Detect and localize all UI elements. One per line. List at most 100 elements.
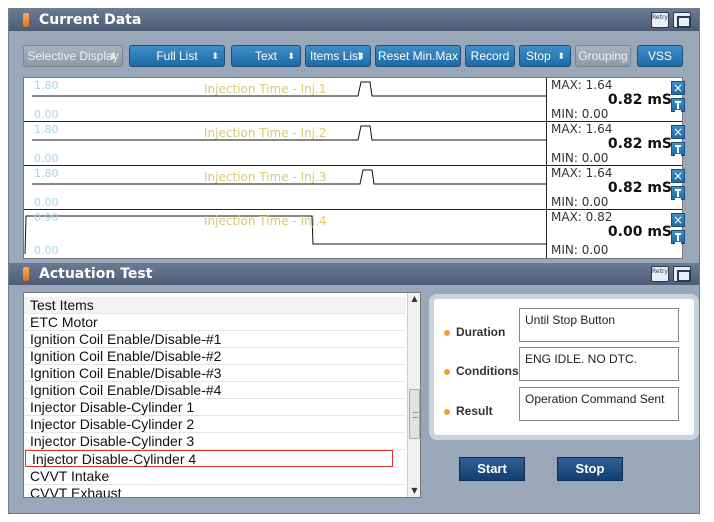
duration-value: Until Stop Button: [519, 308, 679, 342]
graph-y-min: 0.00: [34, 196, 59, 209]
dropdown-arrow-icon: ⬍: [211, 51, 219, 61]
pin-graph-icon[interactable]: [671, 230, 685, 244]
vss-button[interactable]: VSS: [637, 45, 683, 67]
graph-inj3: 1.80 0.00 Injection Time - Inj.3: [24, 166, 546, 210]
maximize-icon[interactable]: [673, 266, 691, 282]
remove-graph-icon[interactable]: ×: [671, 81, 685, 95]
list-item[interactable]: Injector Disable-Cylinder 3: [24, 433, 406, 450]
min-value: MIN: 0.00: [551, 107, 609, 121]
scroll-down-icon[interactable]: ▼: [408, 485, 420, 497]
actuation-test-header: Actuation Test Retry: [9, 263, 699, 285]
graph-inj4: 0.90 0.00 Injection Time - Inj.4: [24, 210, 546, 258]
text-dropdown[interactable]: Text ⬍: [231, 45, 301, 67]
record-label: Record: [470, 49, 510, 63]
list-item[interactable]: Ignition Coil Enable/Disable-#4: [24, 382, 406, 399]
current-data-title: Current Data: [39, 12, 142, 28]
stop-button[interactable]: Stop: [557, 457, 623, 481]
items-list-label: Items List: [310, 49, 362, 63]
scroll-thumb[interactable]: [409, 389, 420, 439]
stop-dropdown[interactable]: Stop ⬍: [519, 45, 571, 67]
retry-icon[interactable]: Retry: [651, 266, 669, 282]
min-value: MIN: 0.00: [551, 243, 609, 257]
conditions-value: ENG IDLE. NO DTC.: [519, 347, 679, 381]
record-button[interactable]: Record: [465, 45, 515, 67]
current-value: 0.82 mS: [607, 92, 672, 108]
test-items-list: Test Items ETC Motor Ignition Coil Enabl…: [23, 292, 421, 498]
vss-label: VSS: [647, 49, 672, 63]
pin-graph-icon[interactable]: [671, 142, 685, 156]
reset-min-max-button[interactable]: Reset Min.Max: [375, 45, 461, 67]
max-value: MAX: 0.82: [551, 210, 613, 224]
list-item[interactable]: Injector Disable-Cylinder 1: [24, 399, 406, 416]
conditions-label-text: Conditions: [456, 364, 519, 378]
graph-stats-inj3: MAX: 1.64 0.82 mS MIN: 0.00: [546, 166, 682, 210]
min-value: MIN: 0.00: [551, 195, 609, 209]
list-item[interactable]: Ignition Coil Enable/Disable-#1: [24, 331, 406, 348]
result-value: Operation Command Sent: [519, 387, 679, 421]
bullet-icon: [444, 408, 450, 415]
dropdown-arrow-icon: ⬍: [109, 51, 117, 61]
min-value: MIN: 0.00: [551, 151, 609, 165]
graph-title: Injection Time - Inj.4: [204, 214, 327, 228]
start-button[interactable]: Start: [459, 457, 525, 481]
remove-graph-icon[interactable]: ×: [671, 125, 685, 139]
conditions-label: Conditions: [444, 364, 519, 378]
graph-area: 1.80 0.00 Injection Time - Inj.1 MAX: 1.…: [23, 77, 683, 259]
max-value: MAX: 1.64: [551, 166, 613, 180]
list-item[interactable]: ETC Motor: [24, 314, 406, 331]
grouping-button[interactable]: Grouping: [575, 45, 631, 67]
dropdown-arrow-icon: ⬍: [357, 51, 365, 61]
max-value: MAX: 1.64: [551, 78, 613, 92]
selective-display-dropdown[interactable]: Selective Display ⬍: [23, 45, 123, 67]
duration-label: Duration: [444, 325, 505, 339]
graph-inj2: 1.80 0.00 Injection Time - Inj.2: [24, 122, 546, 166]
full-list-label: Full List: [156, 49, 198, 63]
grouping-label: Grouping: [578, 49, 628, 63]
graph-title: Injection Time - Inj.1: [204, 82, 327, 96]
current-data-header: Current Data Retry: [9, 9, 699, 31]
scroll-up-icon[interactable]: ▲: [408, 293, 420, 305]
list-item[interactable]: Ignition Coil Enable/Disable-#2: [24, 348, 406, 365]
graph-title: Injection Time - Inj.3: [204, 170, 327, 184]
graph-y-min: 0.00: [34, 244, 59, 257]
list-header: Test Items: [24, 297, 406, 314]
full-list-dropdown[interactable]: Full List ⬍: [129, 45, 225, 67]
list-item[interactable]: Injector Disable-Cylinder 2: [24, 416, 406, 433]
text-label: Text: [254, 49, 277, 63]
graph-y-max: 1.80: [34, 123, 59, 136]
items-list-dropdown[interactable]: Items List ⬍: [305, 45, 371, 67]
current-value: 0.82 mS: [607, 180, 672, 196]
result-label-text: Result: [456, 404, 493, 418]
remove-graph-icon[interactable]: ×: [671, 213, 685, 227]
bullet-icon: [444, 329, 450, 336]
pin-graph-icon[interactable]: [671, 98, 685, 112]
list-item[interactable]: Ignition Coil Enable/Disable-#3: [24, 365, 406, 382]
scanner-window: Current Data Retry Selective Display ⬍ Fu…: [8, 8, 700, 514]
graph-y-min: 0.00: [34, 108, 59, 121]
duration-label-text: Duration: [456, 325, 506, 339]
graph-title: Injection Time - Inj.2: [204, 126, 327, 140]
thumb-grip-icon: [413, 412, 418, 418]
list-item-selected[interactable]: Injector Disable-Cylinder 4: [25, 450, 393, 467]
test-info-box: Duration Until Stop Button Conditions EN…: [429, 294, 699, 440]
panel-grip-icon: [23, 13, 29, 27]
reset-min-max-label: Reset Min.Max: [377, 49, 459, 63]
list-scrollbar[interactable]: ▲ ▼: [407, 293, 420, 497]
current-value: 0.00 mS: [607, 224, 672, 240]
remove-graph-icon[interactable]: ×: [671, 169, 685, 183]
retry-icon[interactable]: Retry: [651, 12, 669, 28]
bullet-icon: [444, 368, 450, 375]
list-item[interactable]: CVVT Exhaust: [24, 485, 406, 497]
max-value: MAX: 1.64: [551, 122, 613, 136]
maximize-icon[interactable]: [673, 12, 691, 28]
actuation-test-title: Actuation Test: [39, 266, 153, 282]
graph-stats-inj4: MAX: 0.82 0.00 mS MIN: 0.00: [546, 210, 682, 258]
dropdown-arrow-icon: ⬍: [287, 51, 295, 61]
graph-stats-inj1: MAX: 1.64 0.82 mS MIN: 0.00: [546, 78, 682, 122]
graph-y-max: 1.80: [34, 79, 59, 92]
result-label: Result: [444, 404, 493, 418]
pin-graph-icon[interactable]: [671, 186, 685, 200]
list-item[interactable]: CVVT Intake: [24, 468, 406, 485]
graph-stats-inj2: MAX: 1.64 0.82 mS MIN: 0.00: [546, 122, 682, 166]
graph-y-max: 0.90: [34, 211, 59, 224]
